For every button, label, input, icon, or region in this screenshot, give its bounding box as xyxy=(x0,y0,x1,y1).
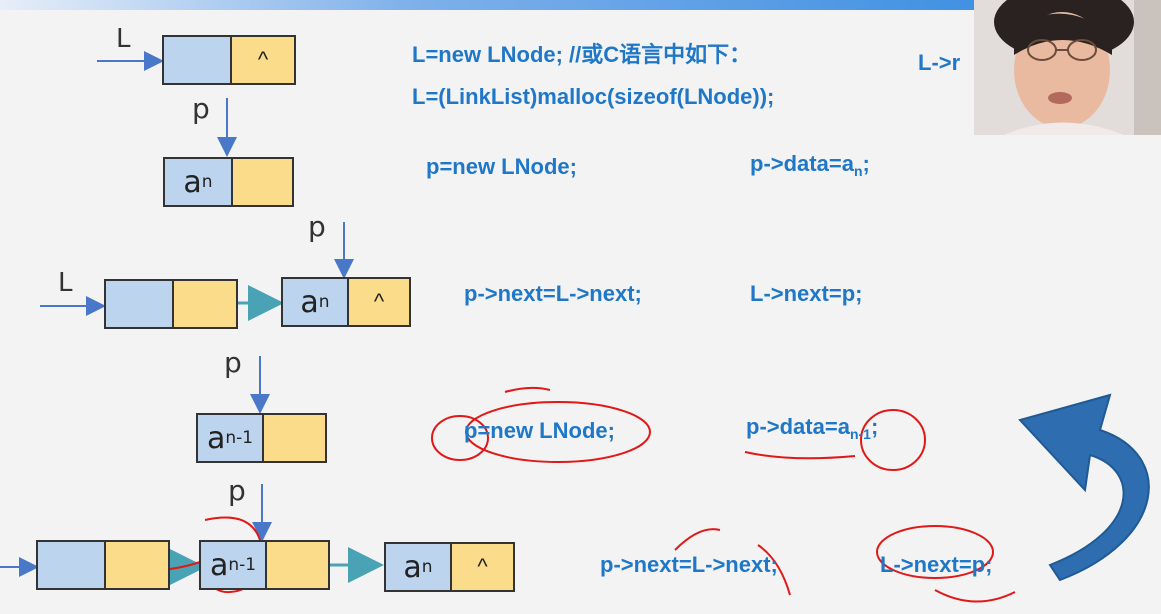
label-p-row3: p xyxy=(308,210,326,243)
code-line-p-next: p->next=L->next; xyxy=(464,281,642,306)
label-L-row3: L xyxy=(58,268,73,298)
node-data-subscript: n xyxy=(421,557,433,577)
code-line-L-next: L->next=p; xyxy=(750,281,863,306)
label-p-row1: p xyxy=(192,92,210,125)
code-line-p-new-2: p=new LNode; xyxy=(464,418,615,443)
head-node-row3 xyxy=(104,279,238,329)
node-data-label: a xyxy=(206,420,226,456)
node-data-subscript: n xyxy=(201,172,213,192)
presenter-icon xyxy=(974,0,1161,135)
label-p-row5: p xyxy=(228,474,246,507)
label-p-row4: p xyxy=(224,346,242,379)
node-an-row5: an ^ xyxy=(384,542,515,592)
node-data-subscript: n-1 xyxy=(228,555,257,575)
node-data-label: a xyxy=(403,549,422,585)
node-an-row3: an ^ xyxy=(281,277,411,327)
null-icon: ^ xyxy=(349,279,409,325)
node-an-row2: an xyxy=(163,157,294,207)
code-line-cut: L->r xyxy=(918,50,961,75)
code-line-p-new: p=new LNode; xyxy=(426,154,577,179)
node-data-label: a xyxy=(300,284,319,320)
code-line-new-lnode: L=new LNode; //或C语言中如下： xyxy=(412,42,752,67)
node-data-subscript: n-1 xyxy=(225,428,254,448)
node-data-label: a xyxy=(209,547,229,583)
null-icon: ^ xyxy=(232,37,294,83)
head-node-row1: ^ xyxy=(162,35,296,85)
code-line-p-data-an: p->data=an; xyxy=(750,151,870,179)
null-icon: ^ xyxy=(452,544,513,590)
node-an1-row5: a n-1 xyxy=(199,540,330,590)
head-node-row5 xyxy=(36,540,170,590)
code-line-p-data-an1: p->data=an-1; xyxy=(746,414,879,442)
node-data-subscript: n xyxy=(318,292,330,312)
code-line-malloc: L=(LinkList)malloc(sizeof(LNode)); xyxy=(412,84,775,109)
curved-return-arrow xyxy=(1018,393,1150,582)
node-an1-row4: a n-1 xyxy=(196,413,327,463)
code-line-p-next-2: p->next=L->next; xyxy=(600,552,778,577)
presenter-webcam xyxy=(974,0,1161,135)
node-data-label: a xyxy=(183,164,202,200)
label-L-row1: L xyxy=(116,24,131,54)
code-line-L-next-2: L->next=p; xyxy=(880,552,993,577)
